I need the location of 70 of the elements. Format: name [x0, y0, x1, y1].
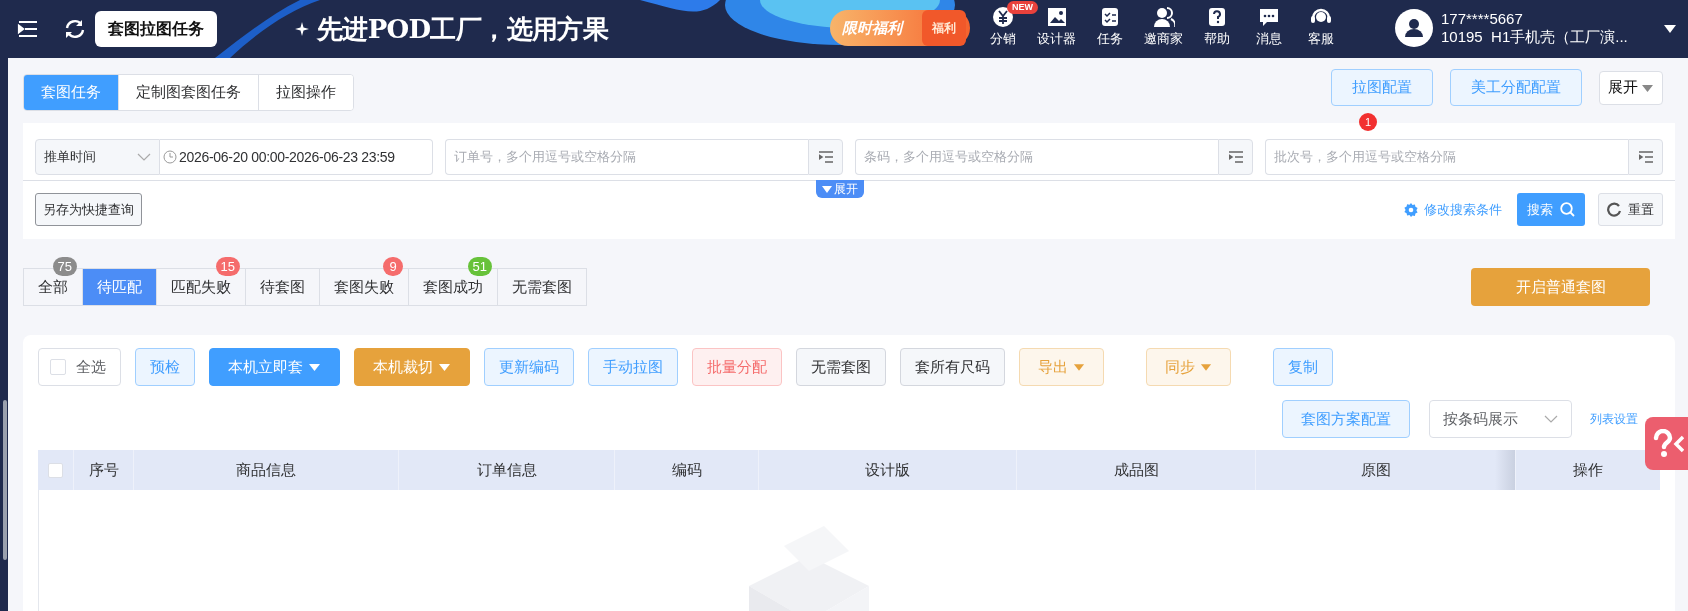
batch-input-button[interactable] — [1628, 139, 1663, 175]
menu-icon — [17, 18, 39, 40]
nav-item[interactable]: 客服 — [1301, 6, 1341, 47]
column-header: 订单信息 — [398, 450, 614, 490]
checkbox[interactable] — [50, 359, 66, 375]
promo-tag: 福利 — [932, 19, 956, 37]
organization-name: 10195 H1手机壳（工厂演... — [1441, 28, 1628, 46]
action-button[interactable]: 无需套图 — [796, 348, 886, 386]
column-header: 编码 — [614, 450, 758, 490]
time-type-select[interactable]: 推单时间 — [35, 139, 160, 175]
user-icon — [1404, 18, 1424, 38]
date-range-field[interactable]: 2026-06-20 00:00-2026-06-23 23:59 — [160, 139, 433, 175]
checklist-icon — [1099, 6, 1121, 28]
clock-icon — [163, 150, 177, 164]
image-icon — [1045, 6, 1068, 28]
page-title: 套图拉图任务 — [95, 11, 217, 47]
status-tab[interactable]: 待套图 — [246, 268, 320, 306]
new-badge: NEW — [1007, 1, 1038, 14]
caret-icon — [1664, 25, 1676, 33]
nav-item[interactable]: 任务 — [1090, 6, 1130, 47]
search-field[interactable]: 订单号，多个用逗号或空格分隔 — [445, 139, 808, 175]
search-field[interactable]: 批次号，多个用逗号或空格分隔 — [1265, 139, 1628, 175]
sparkle-icon — [295, 22, 309, 36]
help-icon — [1206, 6, 1228, 28]
nav-item[interactable]: 消息 — [1249, 6, 1289, 47]
search-icon — [1560, 202, 1575, 217]
column-header: 设计版 — [758, 450, 1016, 490]
notification-badge: 1 — [1359, 113, 1377, 131]
batch-input-button[interactable] — [1218, 139, 1253, 175]
expand-dropdown[interactable]: 展开 — [1599, 70, 1663, 105]
settings-icon — [1404, 202, 1418, 217]
nav-item[interactable]: 帮助 — [1197, 6, 1237, 47]
users-icon — [1152, 6, 1175, 28]
caret-icon — [1641, 82, 1654, 93]
nav-item[interactable]: 设计器 — [1035, 6, 1078, 47]
action-button[interactable]: 套所有尺码 — [900, 348, 1005, 386]
save-query-button[interactable]: 另存为快捷查询 — [35, 193, 142, 226]
chat-icon — [1258, 6, 1280, 28]
chevron-down-icon — [1544, 415, 1558, 423]
batch-input-button[interactable] — [808, 139, 843, 175]
checkbox[interactable] — [48, 462, 63, 478]
count-badge: 75 — [52, 257, 77, 276]
fixed-column-shadow — [1495, 450, 1515, 490]
display-mode-select[interactable]: 按条码展示 — [1429, 400, 1572, 438]
user-phone: 177****5667 — [1441, 10, 1524, 28]
refresh-icon — [63, 18, 85, 40]
coin-icon — [992, 6, 1014, 28]
nav-item[interactable]: 邀商家 — [1142, 6, 1185, 47]
scrollbar[interactable] — [3, 400, 7, 560]
chevron-down-icon — [137, 153, 151, 161]
reset-button[interactable]: 重置 — [1598, 193, 1663, 226]
column-header: 商品信息 — [133, 450, 398, 490]
list-icon — [1228, 151, 1243, 163]
user-profile[interactable]: 177****5667 10195 H1手机壳（工厂演... — [1395, 9, 1628, 47]
slogan: 先进POD工厂，选用方果 — [317, 12, 608, 46]
column-header: 成品图 — [1016, 450, 1255, 490]
list-icon — [1638, 151, 1653, 163]
mode-tab[interactable]: 拉图操作 — [258, 75, 353, 110]
count-badge: 51 — [467, 257, 492, 276]
select-all-checkbox[interactable]: 全选 — [38, 348, 121, 386]
promo-label: 限时福利 — [842, 17, 902, 38]
help-float-button[interactable] — [1645, 417, 1688, 470]
status-tab[interactable]: 无需套图 — [498, 268, 587, 306]
list-icon — [818, 151, 833, 163]
column-header: 序号 — [73, 450, 133, 490]
caret-icon — [822, 185, 832, 193]
refresh-icon — [1607, 202, 1622, 217]
search-field[interactable]: 条码，多个用逗号或空格分隔 — [855, 139, 1218, 175]
count-badge: 9 — [383, 257, 403, 276]
count-badge: 15 — [215, 257, 240, 276]
